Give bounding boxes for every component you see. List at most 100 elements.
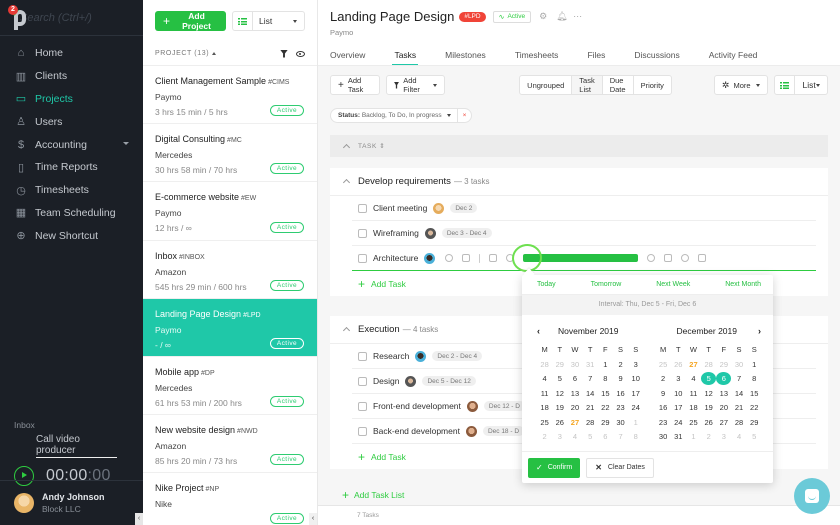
task-checkbox[interactable]	[358, 426, 367, 436]
calendar-day[interactable]: 21	[583, 401, 598, 414]
assignee-avatar[interactable]	[466, 400, 478, 412]
calendar-day[interactable]: 5	[583, 430, 598, 443]
task-name[interactable]: Client meeting	[373, 203, 427, 213]
calendar-day[interactable]: 26	[552, 416, 567, 429]
sidebar-item-team-scheduling[interactable]: ▦ Team Scheduling	[0, 202, 143, 225]
sidebar-item-users[interactable]: ♙ Users	[0, 110, 143, 133]
calendar-day[interactable]: 16	[656, 401, 671, 414]
calendar-day[interactable]: 26	[701, 416, 716, 429]
view-selector[interactable]: List	[232, 11, 305, 31]
calendar-day[interactable]: 29	[598, 416, 613, 429]
collapse-all-icon[interactable]	[342, 143, 351, 151]
calendar-day[interactable]: 20	[716, 401, 731, 414]
task-date-badge[interactable]: Dec 12 - D	[483, 401, 525, 411]
task-date-badge[interactable]: Dec 3 - Dec 4	[441, 228, 492, 238]
calendar-day[interactable]: 28	[701, 358, 716, 371]
tab-activity-feed[interactable]: Activity Feed	[709, 50, 758, 65]
calendar-day[interactable]: 21	[731, 401, 746, 414]
calendar-day[interactable]: 24	[671, 416, 686, 429]
calendar-day[interactable]: 7	[731, 372, 746, 385]
task-checkbox[interactable]	[358, 253, 367, 263]
status-badge[interactable]: ∿ Active	[492, 10, 532, 23]
calendar-day[interactable]: 15	[598, 387, 613, 400]
tab-discussions[interactable]: Discussions	[634, 50, 679, 65]
description-icon[interactable]	[489, 254, 498, 262]
task-checkbox[interactable]	[358, 376, 367, 386]
calendar-day[interactable]: 17	[628, 387, 643, 400]
calendar-day[interactable]: 10	[628, 372, 643, 385]
project-list-item[interactable]: New website design #NWD Amazon 85 hrs 20 mi…	[143, 415, 317, 474]
collapse-group-icon[interactable]	[342, 178, 351, 187]
assignee-avatar[interactable]	[465, 425, 477, 437]
calendar-day[interactable]: 10	[671, 387, 686, 400]
calendar-day[interactable]: 27	[686, 358, 701, 371]
calendar-day[interactable]: 18	[537, 401, 552, 414]
trash-icon[interactable]	[698, 254, 707, 262]
calendar-day[interactable]: 8	[747, 372, 762, 385]
calendar-day[interactable]: 31	[583, 358, 598, 371]
task-name[interactable]: Research	[373, 351, 409, 361]
calendar-day[interactable]: 23	[656, 416, 671, 429]
calendar-day[interactable]: 24	[628, 401, 643, 414]
calendar-day[interactable]: 18	[686, 401, 701, 414]
collapse-sidebar-button[interactable]: ‹	[135, 513, 143, 525]
sidebar-item-new-shortcut[interactable]: ⊕ New Shortcut	[0, 224, 143, 247]
calendar-day[interactable]: 27	[716, 416, 731, 429]
next-month-icon[interactable]: ›	[758, 326, 761, 336]
sidebar-item-timesheets[interactable]: ◷ Timesheets	[0, 179, 143, 202]
task-name[interactable]: Wireframing	[373, 228, 419, 238]
calendar-day[interactable]: 4	[567, 430, 582, 443]
clear-dates-button[interactable]: ✕ Clear Dates	[586, 457, 654, 478]
tab-tasks[interactable]: Tasks	[392, 50, 418, 65]
calendar-day[interactable]: 3	[552, 430, 567, 443]
project-list-item[interactable]: Inbox #INBOX Amazon 545 hrs 29 min / 600 hr…	[143, 241, 317, 299]
assignee-avatar[interactable]	[415, 350, 427, 362]
task-name[interactable]: Design	[373, 376, 399, 386]
calendar-day[interactable]: 9	[613, 372, 628, 385]
comment-icon[interactable]	[462, 254, 471, 262]
calendar-day[interactable]: 3	[628, 358, 643, 371]
group-task-list[interactable]: Task List	[572, 76, 603, 94]
calendar-day[interactable]: 28	[731, 416, 746, 429]
sidebar-item-clients[interactable]: ▥ Clients	[0, 65, 143, 88]
calendar-day[interactable]: 11	[686, 387, 701, 400]
calendar-day[interactable]: 4	[686, 372, 701, 385]
eye-icon[interactable]	[296, 50, 305, 57]
assignee-avatar[interactable]	[405, 375, 417, 387]
task-group-header[interactable]: Develop requirements — 3 tasks	[330, 168, 828, 196]
tab-files[interactable]: Files	[587, 50, 605, 65]
calendar-day[interactable]: 1	[686, 430, 701, 443]
collapse-group-icon[interactable]	[342, 326, 351, 335]
notification-badge[interactable]: 2	[8, 4, 18, 15]
calendar-day[interactable]: 20	[567, 401, 582, 414]
calendar-day[interactable]: 31	[671, 430, 686, 443]
gear-icon[interactable]: ⚙	[539, 12, 548, 21]
assignee-avatar[interactable]	[433, 202, 445, 214]
task-row[interactable]: Architecture	[352, 242, 816, 274]
group-due-date[interactable]: Due Date	[603, 76, 634, 94]
task-date-badge[interactable]: Dec 2	[450, 203, 478, 213]
collapse-panel-button[interactable]: ‹	[309, 513, 317, 525]
timer-task[interactable]: Call video producer	[36, 433, 117, 458]
calendar-day[interactable]: 29	[716, 358, 731, 371]
calendar-day[interactable]: 26	[671, 358, 686, 371]
add-task-button[interactable]: + Add Task	[330, 75, 380, 95]
calendar-day[interactable]: 17	[671, 401, 686, 414]
add-project-button[interactable]: + Add Project	[155, 11, 227, 31]
calendar-day[interactable]: 13	[567, 387, 582, 400]
sidebar-item-projects[interactable]: ▭ Projects	[0, 88, 143, 111]
task-name[interactable]: Architecture	[373, 253, 418, 263]
calendar-day[interactable]: 14	[731, 387, 746, 400]
quick-next-month[interactable]: Next Month	[725, 281, 761, 288]
calendar-day[interactable]: 11	[537, 387, 552, 400]
calendar-day[interactable]: 6	[567, 372, 582, 385]
board-icon[interactable]	[664, 254, 673, 262]
calendar-day[interactable]: 5	[701, 372, 717, 385]
calendar-day[interactable]: 19	[701, 401, 716, 414]
task-date-badge[interactable]: Dec 18 - D	[482, 426, 525, 436]
task-checkbox[interactable]	[358, 228, 367, 238]
project-list-item[interactable]: Landing Page Design #LPD Paymo - / ∞ Active	[143, 298, 317, 357]
project-list-item[interactable]: Nike Project #NP Nike Active	[143, 473, 317, 525]
calendar-day[interactable]: 16	[613, 387, 628, 400]
sidebar-item-time-reports[interactable]: ▯ Time Reports	[0, 156, 143, 179]
